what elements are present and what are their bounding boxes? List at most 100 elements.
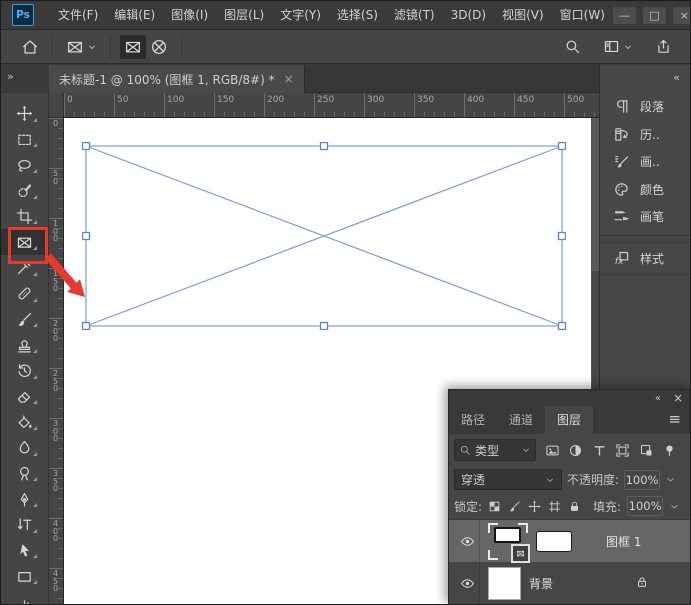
layer-row[interactable]: 背景 [449,562,691,604]
frame-thumbnail[interactable] [488,523,528,560]
adjustment-filter-icon[interactable] [568,443,583,458]
pen-tool[interactable] [1,486,48,512]
quick-selection-tool[interactable] [1,178,48,204]
rectangular-marquee-tool[interactable] [1,127,48,153]
frame-rect-button[interactable] [120,35,146,59]
lock-position-icon [528,500,541,513]
panel-button-颜色[interactable]: 颜色 [600,176,690,204]
chevron-down-icon [87,42,97,52]
paint-bucket-tool[interactable] [1,409,48,435]
ruler-number: 350 [417,95,434,105]
frame-content-thumbnail[interactable] [536,531,572,552]
visibility-toggle[interactable] [455,562,480,604]
maximize-button[interactable]: □ [643,7,666,24]
path-select-tool[interactable] [1,538,48,564]
menu-item-8[interactable]: 3D(D) [443,1,494,29]
menu-item-1[interactable]: 文件(F) [50,1,106,29]
menu-item-9[interactable]: 视图(V) [494,1,552,29]
move-tool[interactable] [1,101,48,127]
document-tab[interactable]: 未标题-1 @ 100% (图框 1, RGB/8#) * × [49,65,305,93]
menu-item-3[interactable]: 图像(I) [163,1,216,29]
search-icon [459,444,471,456]
menu-item-2[interactable]: 编辑(E) [106,1,163,29]
panel-tab-通道[interactable]: 通道 [497,406,545,434]
menu-item-5[interactable]: 文字(Y) [272,1,329,29]
frame-object[interactable] [82,142,566,330]
lock-position-icon[interactable] [528,500,541,513]
ruler-number: 50 [117,95,128,105]
panel-label: 历.. [640,126,660,143]
chevron-down-icon [623,42,633,52]
blur-tool[interactable] [1,435,48,461]
lock-pixels-icon[interactable] [508,500,521,513]
lasso-tool[interactable] [1,152,48,178]
eraser-tool[interactable] [1,384,48,410]
padlock-icon [635,575,649,589]
crop-tool[interactable] [1,204,48,230]
spot-healing-tool[interactable] [1,281,48,307]
smart-object-filter-icon[interactable] [639,443,654,458]
lock-artboard-icon[interactable] [548,500,561,513]
rectangle-tool[interactable] [1,563,48,589]
panel-button-画..[interactable]: 画.. [600,148,690,176]
panel-menu-icon[interactable]: ≡ [668,406,691,434]
history-brush-tool[interactable] [1,358,48,384]
menu-item-7[interactable]: 滤镜(T) [386,1,443,29]
panel-button-历..[interactable]: 历.. [600,121,690,149]
ruler-corner[interactable] [49,93,64,118]
tab-close-icon[interactable]: × [284,72,294,86]
type-filter-icon[interactable] [592,443,607,458]
hidden-bottom-tool[interactable] [1,589,48,604]
frame-ellipse-button[interactable] [146,35,172,59]
chevron-down-icon [545,475,555,485]
type-filter-icon [592,443,607,458]
panel-tab-图层[interactable]: 图层 [545,406,593,434]
panel-button-画笔[interactable]: 画笔 [600,203,690,231]
opacity-value[interactable]: 100% [624,470,660,490]
image-filter-icon[interactable] [545,443,560,458]
dodge-tool[interactable] [1,461,48,487]
home-button[interactable] [17,35,43,59]
fill-value[interactable]: 100% [627,496,663,516]
layer-thumbnail[interactable] [488,567,521,600]
expand-panels-chevron[interactable]: » [1,65,55,93]
blend-mode-dropdown[interactable]: 穿透 [454,469,562,490]
fill-dropdown-chevron[interactable] [669,501,680,512]
lock-all-icon[interactable] [568,500,581,513]
opacity-dropdown-chevron[interactable] [665,474,676,485]
search-button[interactable] [560,35,585,58]
minimize-button[interactable]: — [613,7,636,24]
panel-button-段落[interactable]: 段落 [600,93,690,121]
filter-pin-icon[interactable] [662,443,677,458]
ruler-number: 150 [217,95,234,105]
visibility-toggle[interactable] [455,520,480,562]
collapse-panels-icon[interactable]: « [673,71,680,84]
frame-tool-button[interactable] [62,35,101,59]
collapse-panel-icon[interactable]: « [655,393,661,404]
ruler-number: 0 [49,120,62,128]
shape-filter-icon[interactable] [615,443,630,458]
brush-tool[interactable] [1,307,48,333]
menu-item-4[interactable]: 图层(L) [216,1,272,29]
workspace-button[interactable] [599,35,637,58]
menu-item-6[interactable]: 选择(S) [329,1,386,29]
panel-tab-路径[interactable]: 路径 [449,406,497,434]
lock-icons [488,500,581,513]
filter-type-dropdown[interactable]: 类型 [454,439,536,461]
separator [110,35,111,59]
share-button[interactable] [651,35,676,58]
panel-button-样式[interactable]: fx样式 [600,245,690,273]
ruler-number: 3 0 0 [49,420,62,443]
close-button[interactable]: × [673,7,691,24]
close-panel-icon[interactable]: × [673,391,683,405]
ruler-number: 300 [367,95,384,105]
clone-stamp-tool[interactable] [1,332,48,358]
menu-item-10[interactable]: 窗口(W) [552,1,613,29]
lock-transparent-icon[interactable] [488,500,501,513]
layer-row[interactable]: 图框 1 [449,520,691,562]
frame-badge-icon [511,544,530,563]
brushes-icon [613,208,630,225]
styles-icon: fx [613,250,630,267]
type-tool[interactable] [1,512,48,538]
ruler-number: 2 5 0 [49,370,62,393]
